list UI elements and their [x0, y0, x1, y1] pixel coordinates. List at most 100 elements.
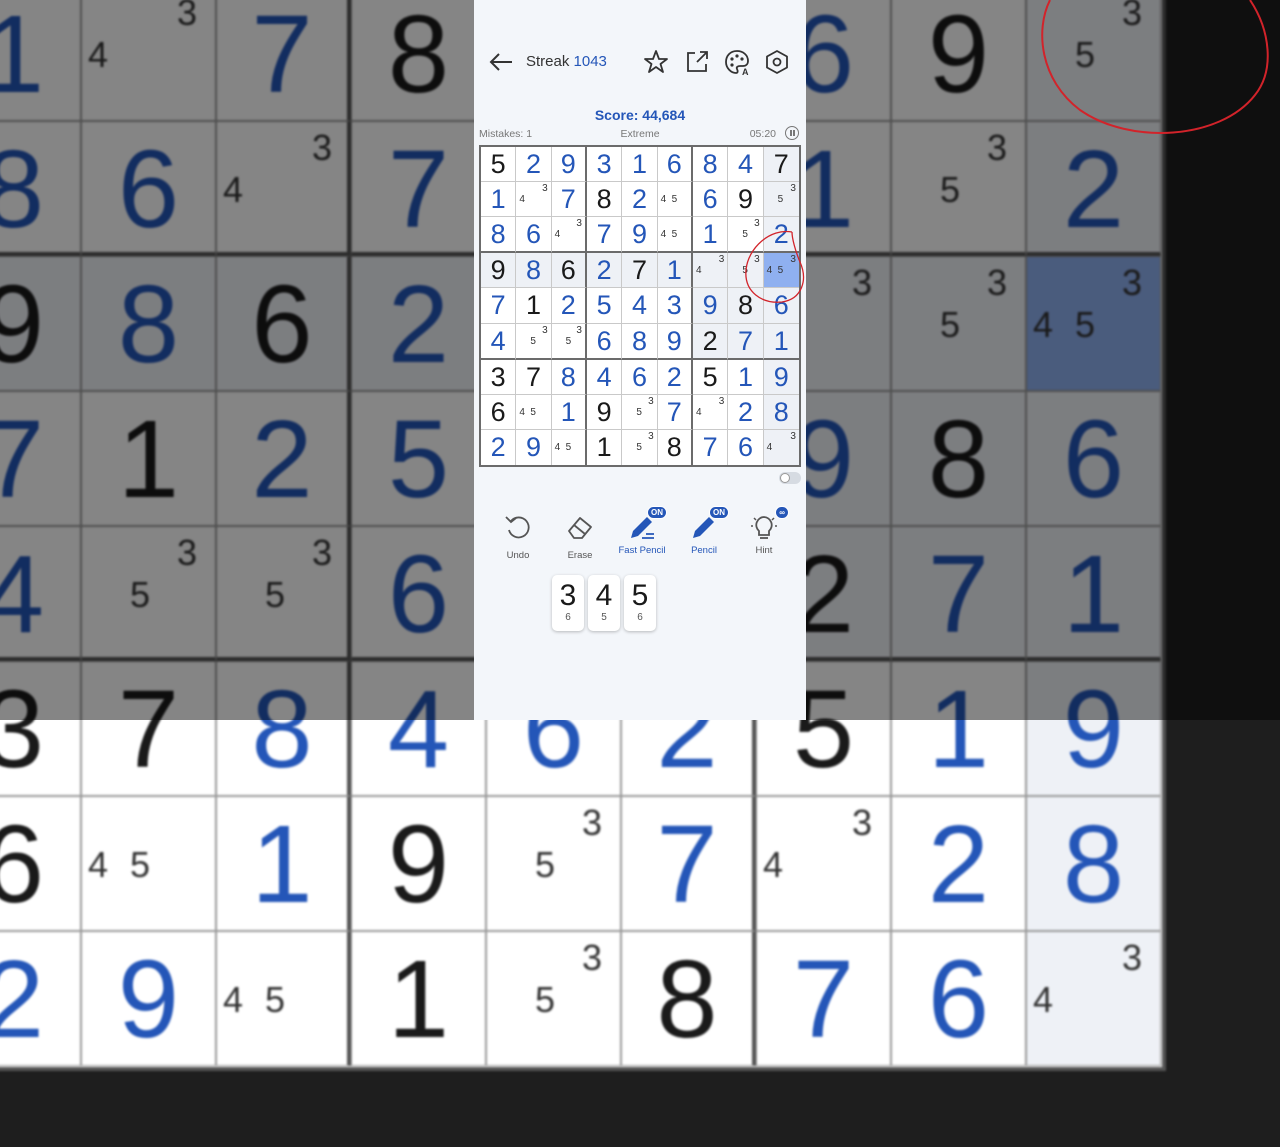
- board-cell[interactable]: 45: [516, 394, 552, 430]
- pencil-mark: 4: [695, 265, 702, 277]
- board-cell[interactable]: 1: [516, 288, 552, 324]
- board-cell[interactable]: 6: [481, 394, 517, 430]
- arrow-left-icon[interactable]: [488, 50, 514, 74]
- board-cell[interactable]: 8: [481, 217, 517, 254]
- board-cell[interactable]: 2: [481, 429, 517, 465]
- number-tile-4[interactable]: 4 5: [588, 575, 620, 631]
- board-cell[interactable]: 8: [692, 147, 729, 183]
- board-cell[interactable]: 5: [586, 288, 623, 324]
- board-cell[interactable]: 45: [657, 182, 693, 218]
- board-cell[interactable]: 8: [763, 394, 799, 430]
- board-cell[interactable]: 2: [763, 217, 799, 254]
- board-cell[interactable]: 7: [481, 288, 517, 324]
- board-cell[interactable]: 6: [692, 182, 729, 218]
- board-cell[interactable]: 8: [622, 323, 658, 360]
- board-cell[interactable]: 6: [622, 359, 658, 395]
- board-cell[interactable]: 3: [657, 288, 693, 324]
- board-cell[interactable]: 6: [586, 323, 623, 360]
- board-cell[interactable]: 1: [657, 253, 693, 289]
- board-cell: 43: [756, 796, 891, 931]
- board-cell[interactable]: 9: [481, 253, 517, 289]
- board-cell[interactable]: 4: [728, 147, 764, 183]
- board-cell[interactable]: 2: [622, 182, 658, 218]
- board-cell[interactable]: 9: [657, 323, 693, 360]
- toggle-switch[interactable]: [779, 472, 801, 484]
- board-cell[interactable]: 9: [516, 429, 552, 465]
- board-cell[interactable]: 6: [551, 253, 587, 289]
- board-cell[interactable]: 45: [551, 429, 587, 465]
- undo-button[interactable]: Undo: [488, 512, 548, 561]
- board-cell[interactable]: 4: [586, 359, 623, 395]
- board-cell[interactable]: 2: [692, 323, 729, 360]
- board-cell[interactable]: 1: [728, 359, 764, 395]
- board-cell[interactable]: 9: [622, 217, 658, 254]
- board-cell[interactable]: 45: [657, 217, 693, 254]
- board-cell[interactable]: 1: [622, 147, 658, 183]
- board-cell[interactable]: 1: [692, 217, 729, 254]
- board-cell[interactable]: 1: [551, 394, 587, 430]
- board-cell[interactable]: 35: [622, 429, 658, 465]
- board-cell[interactable]: 6: [728, 429, 764, 465]
- board-cell[interactable]: 8: [551, 359, 587, 395]
- board-cell[interactable]: 6: [516, 217, 552, 254]
- board-cell[interactable]: 9: [551, 147, 587, 183]
- board-cell[interactable]: 7: [657, 394, 693, 430]
- board-cell[interactable]: 7: [516, 359, 552, 395]
- settings-hexagon-icon[interactable]: [763, 48, 791, 76]
- palette-icon[interactable]: A: [723, 48, 751, 76]
- number-tile-5[interactable]: 5 6: [624, 575, 656, 631]
- board-cell: 34: [1026, 931, 1161, 1066]
- board-cell[interactable]: 43: [516, 182, 552, 218]
- board-cell[interactable]: 7: [586, 217, 623, 254]
- board-cell[interactable]: 7: [551, 182, 587, 218]
- board-cell: 8: [621, 931, 756, 1066]
- board-cell[interactable]: 2: [657, 359, 693, 395]
- board-cell[interactable]: 3: [481, 359, 517, 395]
- board-cell[interactable]: 7: [728, 323, 764, 360]
- board-cell[interactable]: 43: [551, 217, 587, 254]
- board-cell[interactable]: 4: [622, 288, 658, 324]
- board-cell[interactable]: 2: [551, 288, 587, 324]
- board-cell[interactable]: 3 45: [763, 253, 799, 289]
- board-cell[interactable]: 8: [728, 288, 764, 324]
- board-cell[interactable]: 35: [551, 323, 587, 360]
- board-cell[interactable]: 9: [692, 288, 729, 324]
- board-cell[interactable]: 35: [763, 182, 799, 218]
- board-cell[interactable]: 35: [622, 394, 658, 430]
- board-cell[interactable]: 1: [586, 429, 623, 465]
- board-cell[interactable]: 5: [481, 147, 517, 183]
- board-cell[interactable]: 5: [692, 359, 729, 395]
- board-cell[interactable]: 8: [516, 253, 552, 289]
- board-cell[interactable]: 2: [516, 147, 552, 183]
- board-cell[interactable]: 6: [657, 147, 693, 183]
- board-cell[interactable]: 8: [586, 182, 623, 218]
- star-icon[interactable]: [642, 48, 670, 76]
- board-cell[interactable]: 43: [692, 394, 729, 430]
- board-cell[interactable]: 35: [516, 323, 552, 360]
- pause-icon[interactable]: [785, 126, 799, 140]
- erase-button[interactable]: Erase: [550, 512, 610, 561]
- board-cell[interactable]: 1: [763, 323, 799, 360]
- board-cell[interactable]: 7: [763, 147, 799, 183]
- board-cell[interactable]: 53: [728, 217, 764, 254]
- board-cell[interactable]: 1: [481, 182, 517, 218]
- board-cell[interactable]: 9: [763, 359, 799, 395]
- fast-pencil-button[interactable]: ON Fast Pencil: [612, 506, 672, 556]
- board-cell[interactable]: 7: [622, 253, 658, 289]
- board-cell[interactable]: 6: [763, 288, 799, 324]
- board-cell[interactable]: 43: [692, 253, 729, 289]
- board-cell[interactable]: 8: [657, 429, 693, 465]
- number-tile-3[interactable]: 3 6: [552, 575, 584, 631]
- board-cell[interactable]: 9: [586, 394, 623, 430]
- board-cell[interactable]: 2: [586, 253, 623, 289]
- board-cell[interactable]: 53: [728, 253, 764, 289]
- board-cell[interactable]: 7: [692, 429, 729, 465]
- share-icon[interactable]: [683, 48, 711, 76]
- board-cell[interactable]: 4: [481, 323, 517, 360]
- board-cell[interactable]: 34: [763, 429, 799, 465]
- board-cell[interactable]: 3: [586, 147, 623, 183]
- board-cell[interactable]: 2: [728, 394, 764, 430]
- board-cell[interactable]: 9: [728, 182, 764, 218]
- pencil-button[interactable]: ON Pencil: [674, 506, 734, 556]
- hint-button[interactable]: ∞ Hint: [734, 506, 794, 556]
